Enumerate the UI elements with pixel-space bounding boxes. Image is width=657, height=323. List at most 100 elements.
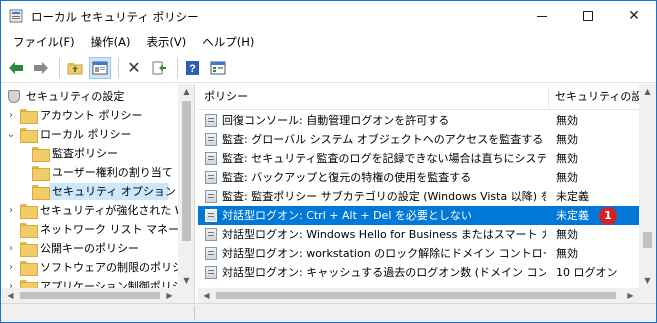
policy-setting: 無効 (556, 152, 578, 165)
list-vertical-scrollbar[interactable]: ▲ ▼ (639, 84, 656, 288)
chevron-right-icon[interactable]: › (6, 201, 16, 220)
tree-item-label: 公開キーのポリシー (40, 242, 139, 255)
scroll-up-icon[interactable]: ▲ (178, 84, 194, 99)
help-icon: ? (186, 60, 199, 75)
security-policy-app-icon (9, 9, 23, 23)
list-scroll-thumb[interactable] (643, 232, 652, 248)
folder-icon (32, 185, 50, 200)
column-security-setting[interactable]: セキュリティの設定 (555, 84, 641, 110)
back-button[interactable] (5, 57, 27, 79)
policy-row[interactable]: 対話型ログオン: workstation のロック解除にドメイン コントローラー… (198, 244, 639, 263)
policy-name: 回復コンソール: 自動管理ログオンを許可する (222, 114, 450, 127)
menu-help[interactable]: ヘルプ(H) (194, 32, 262, 52)
column-policy[interactable]: ポリシー (204, 84, 544, 110)
back-arrow-icon (9, 61, 23, 74)
scroll-right-icon[interactable]: ▶ (622, 288, 639, 303)
column-header: ^ ポリシー セキュリティの設定 (198, 84, 641, 110)
tree-item-account-policy[interactable]: › アカウント ポリシー (2, 106, 178, 125)
status-bar-divider (194, 306, 195, 321)
tree-item-security-options[interactable]: セキュリティ オプション (2, 182, 178, 201)
tree-item-firewall[interactable]: › セキュリティが強化された Wi (2, 201, 189, 220)
security-settings-icon (8, 90, 20, 103)
tree-item-label: ローカル ポリシー (40, 128, 132, 141)
show-hide-tree-button[interactable] (89, 56, 111, 79)
folder-icon (32, 147, 50, 162)
delete-x-icon: ✕ (127, 58, 141, 77)
chevron-down-icon[interactable]: ⌄ (6, 125, 16, 144)
scroll-down-icon[interactable]: ▼ (639, 273, 656, 288)
list-hscroll-thumb[interactable] (216, 292, 616, 299)
chevron-right-icon[interactable]: › (6, 258, 16, 277)
up-folder-icon (67, 62, 83, 74)
menu-bar: ファイル(F) 操作(A) 表示(V) ヘルプ(H) (1, 31, 656, 53)
tree-item-network-list[interactable]: ネットワーク リスト マネージャ (2, 220, 194, 239)
scroll-right-icon[interactable]: ▶ (161, 288, 178, 303)
policy-setting: 未定義 (556, 190, 589, 203)
tree-item-user-rights[interactable]: ユーザー権利の割り当て (2, 163, 178, 182)
tree-hscroll-thumb[interactable] (20, 292, 160, 299)
status-bar (1, 303, 656, 322)
close-icon: ✕ (628, 8, 640, 24)
folder-icon (20, 128, 38, 143)
console-tree-pane: セキュリティの設定 › アカウント ポリシー ⌄ ローカル ポリシー 監査ポリシ… (2, 84, 195, 303)
folder-icon (20, 109, 38, 124)
policy-row[interactable]: 対話型ログオン: キャッシュする過去のログオン数 (ドメイン コントローラ...… (198, 263, 639, 282)
policy-row[interactable]: 監査: セキュリティ監査のログを記録できない場合は直ちにシステムを... 無効 (198, 149, 639, 168)
policy-icon (205, 266, 217, 279)
tree-item-label: ユーザー権利の割り当て (52, 166, 173, 179)
minimize-icon (537, 15, 547, 17)
policy-row[interactable]: 監査: バックアップと復元の特権の使用を監査する 無効 (198, 168, 639, 187)
policy-row[interactable]: 監査: 監査ポリシー サブカテゴリの設定 (Windows Vista 以降) … (198, 187, 639, 206)
policy-setting: 無効 (556, 171, 578, 184)
menu-view[interactable]: 表示(V) (138, 32, 194, 52)
forward-button[interactable] (30, 57, 52, 79)
toolbar-separator (177, 57, 178, 78)
close-button[interactable]: ✕ (611, 1, 657, 31)
folder-icon (20, 261, 38, 276)
policy-name: 監査: バックアップと復元の特権の使用を監査する (222, 171, 472, 184)
policy-row[interactable]: 対話型ログオン: Windows Hello for Business またはス… (198, 225, 639, 244)
tree-item-local-policy[interactable]: ⌄ ローカル ポリシー (2, 125, 178, 144)
menu-file[interactable]: ファイル(F) (5, 32, 83, 52)
policy-row-selected[interactable]: 対話型ログオン: Ctrl + Alt + Del を必要としない 未定義 1 (198, 206, 639, 225)
svg-text:?: ? (189, 63, 196, 75)
minimize-button[interactable] (519, 1, 565, 31)
policy-name: 対話型ログオン: workstation のロック解除にドメイン コントローラー… (222, 247, 546, 260)
scroll-down-icon[interactable]: ▼ (178, 273, 194, 288)
menu-action[interactable]: 操作(A) (83, 32, 139, 52)
policy-name: 対話型ログオン: Ctrl + Alt + Del を必要としない (222, 209, 472, 222)
folder-icon (20, 242, 38, 257)
tree-item-label: ネットワーク リスト マネージャ (40, 223, 195, 236)
tree-item-public-key[interactable]: › 公開キーのポリシー (2, 239, 178, 258)
maximize-button[interactable] (565, 1, 611, 31)
list-horizontal-scrollbar[interactable]: ◀ ▶ (198, 288, 656, 303)
tree-root[interactable]: セキュリティの設定 (2, 87, 178, 106)
delete-button[interactable]: ✕ (123, 57, 145, 79)
toolbar: ✕ ? (1, 53, 656, 83)
scroll-left-icon[interactable]: ◀ (2, 288, 19, 303)
tree-item-software-restriction[interactable]: › ソフトウェアの制限のポリシー (2, 258, 194, 277)
tree-item-label: 監査ポリシー (52, 147, 118, 160)
policy-setting: 無効 (556, 247, 578, 260)
scroll-left-icon[interactable]: ◀ (198, 288, 215, 303)
export-list-button[interactable] (148, 57, 170, 79)
up-folder-button[interactable] (64, 57, 86, 79)
policy-list-pane: ^ ポリシー セキュリティの設定 回復コンソール: 自動管理ログオンを許可する … (198, 84, 656, 303)
tree-item-audit-policy[interactable]: 監査ポリシー (2, 144, 178, 163)
policy-row[interactable]: 回復コンソール: 自動管理ログオンを許可する 無効 (198, 111, 639, 130)
policy-setting: 10 ログオン (556, 266, 618, 279)
chevron-right-icon[interactable]: › (6, 106, 16, 125)
tree-vertical-scrollbar[interactable]: ▲ ▼ (178, 84, 194, 288)
tree-horizontal-scrollbar[interactable]: ◀ ▶ (2, 288, 194, 303)
scroll-up-icon[interactable]: ▲ (639, 84, 656, 99)
tree-scroll-thumb[interactable] (182, 101, 191, 241)
chevron-right-icon[interactable]: › (6, 239, 16, 258)
policy-name: 監査: セキュリティ監査のログを記録できない場合は直ちにシステムを... (222, 152, 546, 165)
policy-icon (205, 152, 217, 165)
policy-name: 対話型ログオン: キャッシュする過去のログオン数 (ドメイン コントローラ... (222, 266, 546, 279)
column-divider[interactable] (548, 88, 549, 108)
policy-setting: 無効 (556, 228, 578, 241)
policy-row[interactable]: 監査: グローバル システム オブジェクトへのアクセスを監査する 無効 (198, 130, 639, 149)
help-button[interactable]: ? (182, 57, 204, 79)
properties-button[interactable] (207, 57, 229, 79)
